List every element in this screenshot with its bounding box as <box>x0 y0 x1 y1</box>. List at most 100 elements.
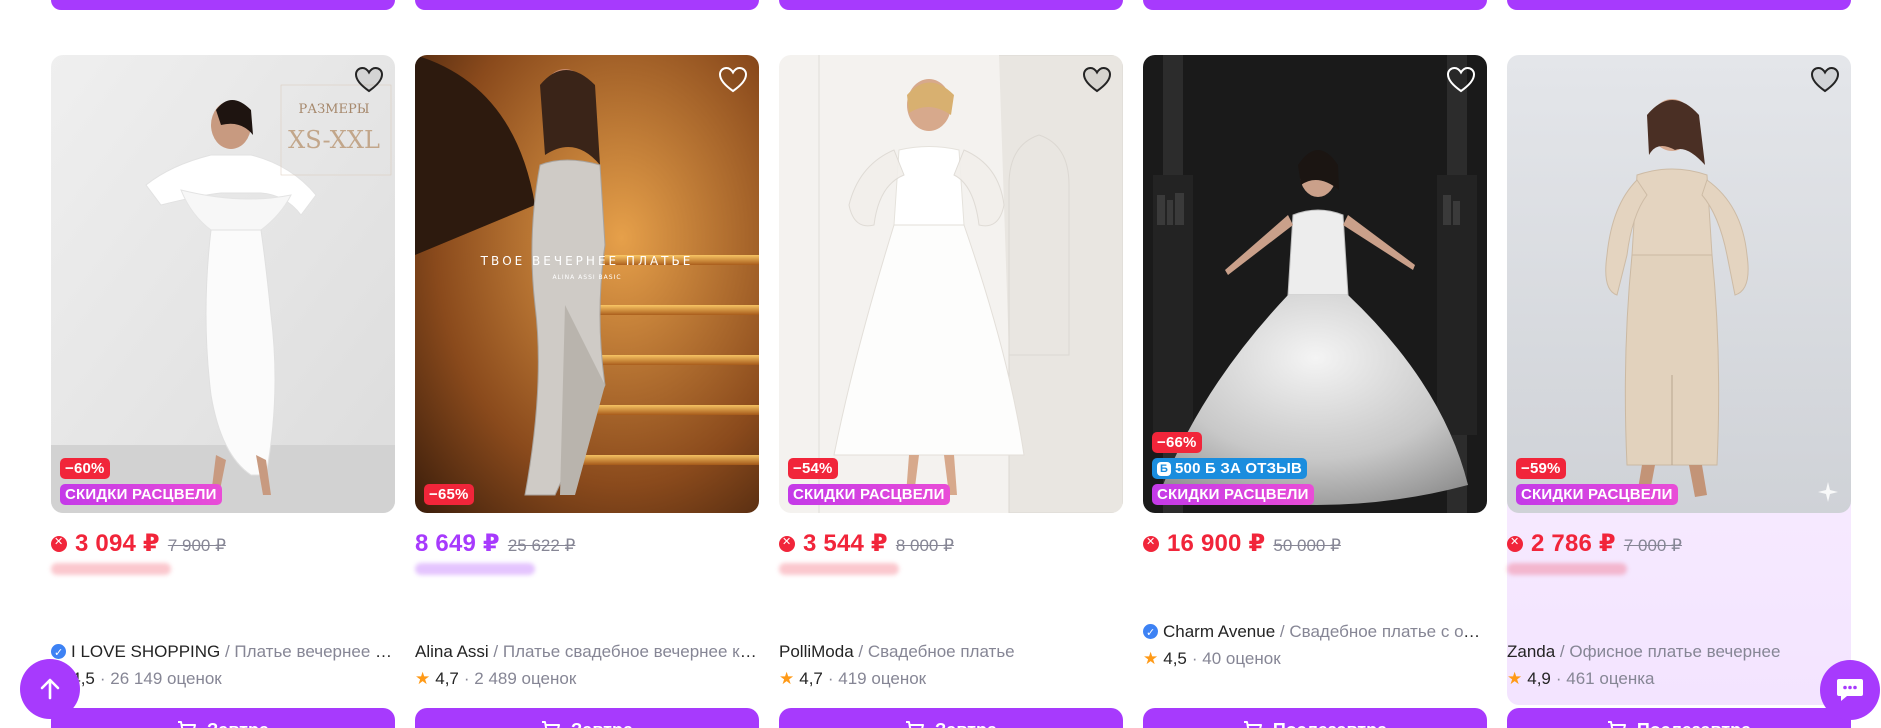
prev-buy-button[interactable] <box>1507 0 1851 10</box>
price-row: 8 649 ₽ 25 622 ₽ <box>415 529 575 558</box>
rating-row: ★ 4,7 · 2 489 оценок <box>415 669 576 689</box>
scroll-to-top-button[interactable] <box>20 659 80 719</box>
sparkle-icon <box>1818 482 1838 502</box>
favorite-heart-icon[interactable] <box>353 64 385 96</box>
add-to-cart-button[interactable]: Послезавтра <box>1507 708 1851 728</box>
price: 3 544 ₽ <box>803 530 888 557</box>
prev-buy-button[interactable] <box>415 0 759 10</box>
add-to-cart-button[interactable]: Завтра <box>51 708 395 728</box>
product-photo[interactable]: −66% Б 500 Б ЗА ОТЗЫВ СКИДКИ РАСЦВЕЛИ <box>1143 55 1487 513</box>
delivery-label: Завтра <box>935 720 997 728</box>
wallet-price-hint <box>779 563 899 575</box>
badges: −60% СКИДКИ РАСЦВЕЛИ <box>60 458 222 505</box>
rating-row: ★ 4,7 · 419 оценок <box>779 669 926 689</box>
photo-caption-brand: ALINA ASSI BASIC <box>552 274 621 281</box>
bonus-icon: Б <box>1157 461 1171 476</box>
cart-icon <box>906 721 925 728</box>
price: 3 094 ₽ <box>75 530 160 557</box>
product-photo[interactable]: −59% СКИДКИ РАСЦВЕЛИ <box>1507 55 1851 513</box>
reviews-count: · 40 оценок <box>1191 649 1281 668</box>
badges: −65% <box>424 484 474 505</box>
previous-row-buttons <box>0 0 1881 12</box>
product-name: / Свадебное платье с открытыми плечами <box>1279 622 1487 641</box>
product-card[interactable]: ТВОЕ ВЕЧЕРНЕЕ ПЛАТЬЕ ALINA ASSI BASIC −6… <box>415 55 759 728</box>
prev-buy-button[interactable] <box>1143 0 1487 10</box>
product-title[interactable]: Alina Assi / Платье свадебное вечернее к… <box>415 641 759 663</box>
reviews-count: · 461 оценка <box>1555 669 1655 688</box>
old-price: 25 622 ₽ <box>507 536 576 555</box>
product-photo[interactable]: РАЗМЕРЫ XS-XXL −60% СКИДКИ РАСЦВЕЛИ <box>51 55 395 513</box>
promo-badge: СКИДКИ РАСЦВЕЛИ <box>788 484 950 505</box>
favorite-heart-icon[interactable] <box>1081 64 1113 96</box>
prev-buy-button[interactable] <box>779 0 1123 10</box>
badges: −59% СКИДКИ РАСЦВЕЛИ <box>1516 458 1678 505</box>
price: 8 649 ₽ <box>415 530 500 557</box>
add-to-cart-button[interactable]: Послезавтра <box>1143 708 1487 728</box>
photo-caption: ТВОЕ ВЕЧЕРНЕЕ ПЛАТЬЕ <box>480 254 694 268</box>
add-to-cart-button[interactable]: Завтра <box>415 708 759 728</box>
price-row: 2 786 ₽ 7 000 ₽ <box>1507 529 1682 558</box>
brand-name: Charm Avenue <box>1163 622 1276 641</box>
promo-badge: СКИДКИ РАСЦВЕЛИ <box>1516 484 1678 505</box>
photo-caption: РАЗМЕРЫ <box>298 102 369 117</box>
cart-icon <box>178 721 197 728</box>
discount-badge: −59% <box>1516 458 1566 479</box>
rating-row: ★ 4,9 · 461 оценка <box>1507 669 1654 689</box>
product-card[interactable]: РАЗМЕРЫ XS-XXL −60% СКИДКИ РАСЦВЕЛИ 3 09… <box>51 55 395 728</box>
delivery-label: Завтра <box>207 720 269 728</box>
discount-badge: −65% <box>424 484 474 505</box>
add-to-cart-button[interactable]: Завтра <box>779 708 1123 728</box>
product-card[interactable]: −66% Б 500 Б ЗА ОТЗЫВ СКИДКИ РАСЦВЕЛИ 16 … <box>1143 55 1487 728</box>
product-title[interactable]: PolliModa / Свадебное платье <box>779 641 1123 663</box>
price-row: 3 544 ₽ 8 000 ₽ <box>779 529 954 558</box>
product-name: / Платье свадебное вечернее корсетное <box>493 642 759 661</box>
favorite-heart-icon[interactable] <box>1445 64 1477 96</box>
rating-value: 4,5 <box>1163 649 1187 668</box>
old-price: 7 900 ₽ <box>167 536 226 555</box>
prev-buy-button[interactable] <box>51 0 395 10</box>
product-title[interactable]: I LOVE SHOPPING / Платье вечернее праздн… <box>51 641 395 663</box>
arrow-up-icon <box>40 678 60 700</box>
promo-badge: СКИДКИ РАСЦВЕЛИ <box>1152 484 1314 505</box>
brand-name: Alina Assi <box>415 642 489 661</box>
product-photo[interactable]: ТВОЕ ВЕЧЕРНЕЕ ПЛАТЬЕ ALINA ASSI BASIC −6… <box>415 55 759 513</box>
verified-icon <box>1143 622 1158 643</box>
rating-value: 4,7 <box>435 669 459 688</box>
product-photo[interactable]: −54% СКИДКИ РАСЦВЕЛИ <box>779 55 1123 513</box>
photo-caption-sizes: XS-XXL <box>288 126 380 154</box>
rating-value: 4,9 <box>1527 669 1551 688</box>
product-card-promoted[interactable]: −59% СКИДКИ РАСЦВЕЛИ 2 786 ₽ 7 000 ₽ Zan… <box>1507 55 1851 728</box>
price: 2 786 ₽ <box>1531 530 1616 557</box>
discount-badge: −54% <box>788 458 838 479</box>
old-price: 8 000 ₽ <box>895 536 954 555</box>
discount-badge: −66% <box>1152 432 1202 453</box>
chat-bubble-icon <box>1837 679 1863 701</box>
favorite-heart-icon[interactable] <box>1809 64 1841 96</box>
chat-button[interactable] <box>1820 660 1880 720</box>
product-name: / Платье вечернее праздничное <box>224 642 395 661</box>
wallet-icon <box>1143 535 1159 552</box>
product-image <box>1507 55 1851 513</box>
delivery-label: Послезавтра <box>1637 720 1751 728</box>
product-title[interactable]: Zanda / Офисное платье вечернее <box>1507 641 1851 663</box>
cart-icon <box>1607 721 1626 728</box>
wallet-icon <box>51 535 67 552</box>
reviews-count: · 419 оценок <box>827 669 927 688</box>
reviews-count: · 26 149 оценок <box>99 669 222 688</box>
star-icon: ★ <box>1507 669 1523 688</box>
cart-icon <box>542 721 561 728</box>
wallet-price-hint <box>415 563 535 575</box>
wallet-icon <box>779 535 795 552</box>
brand-name: Zanda <box>1507 642 1556 661</box>
product-image: РАЗМЕРЫ XS-XXL <box>51 55 395 513</box>
product-image: ТВОЕ ВЕЧЕРНЕЕ ПЛАТЬЕ ALINA ASSI BASIC <box>415 55 759 513</box>
rating-row: ★ 4,5 · 40 оценок <box>1143 649 1281 669</box>
product-title[interactable]: Charm Avenue / Свадебное платье с открыт… <box>1143 621 1487 643</box>
cart-icon <box>1243 721 1262 728</box>
product-card[interactable]: −54% СКИДКИ РАСЦВЕЛИ 3 544 ₽ 8 000 ₽ Pol… <box>779 55 1123 728</box>
product-grid: РАЗМЕРЫ XS-XXL −60% СКИДКИ РАСЦВЕЛИ 3 09… <box>51 55 1881 728</box>
star-icon: ★ <box>779 669 795 688</box>
delivery-label: Послезавтра <box>1273 720 1387 728</box>
delivery-label: Завтра <box>571 720 633 728</box>
favorite-heart-icon[interactable] <box>717 64 749 96</box>
